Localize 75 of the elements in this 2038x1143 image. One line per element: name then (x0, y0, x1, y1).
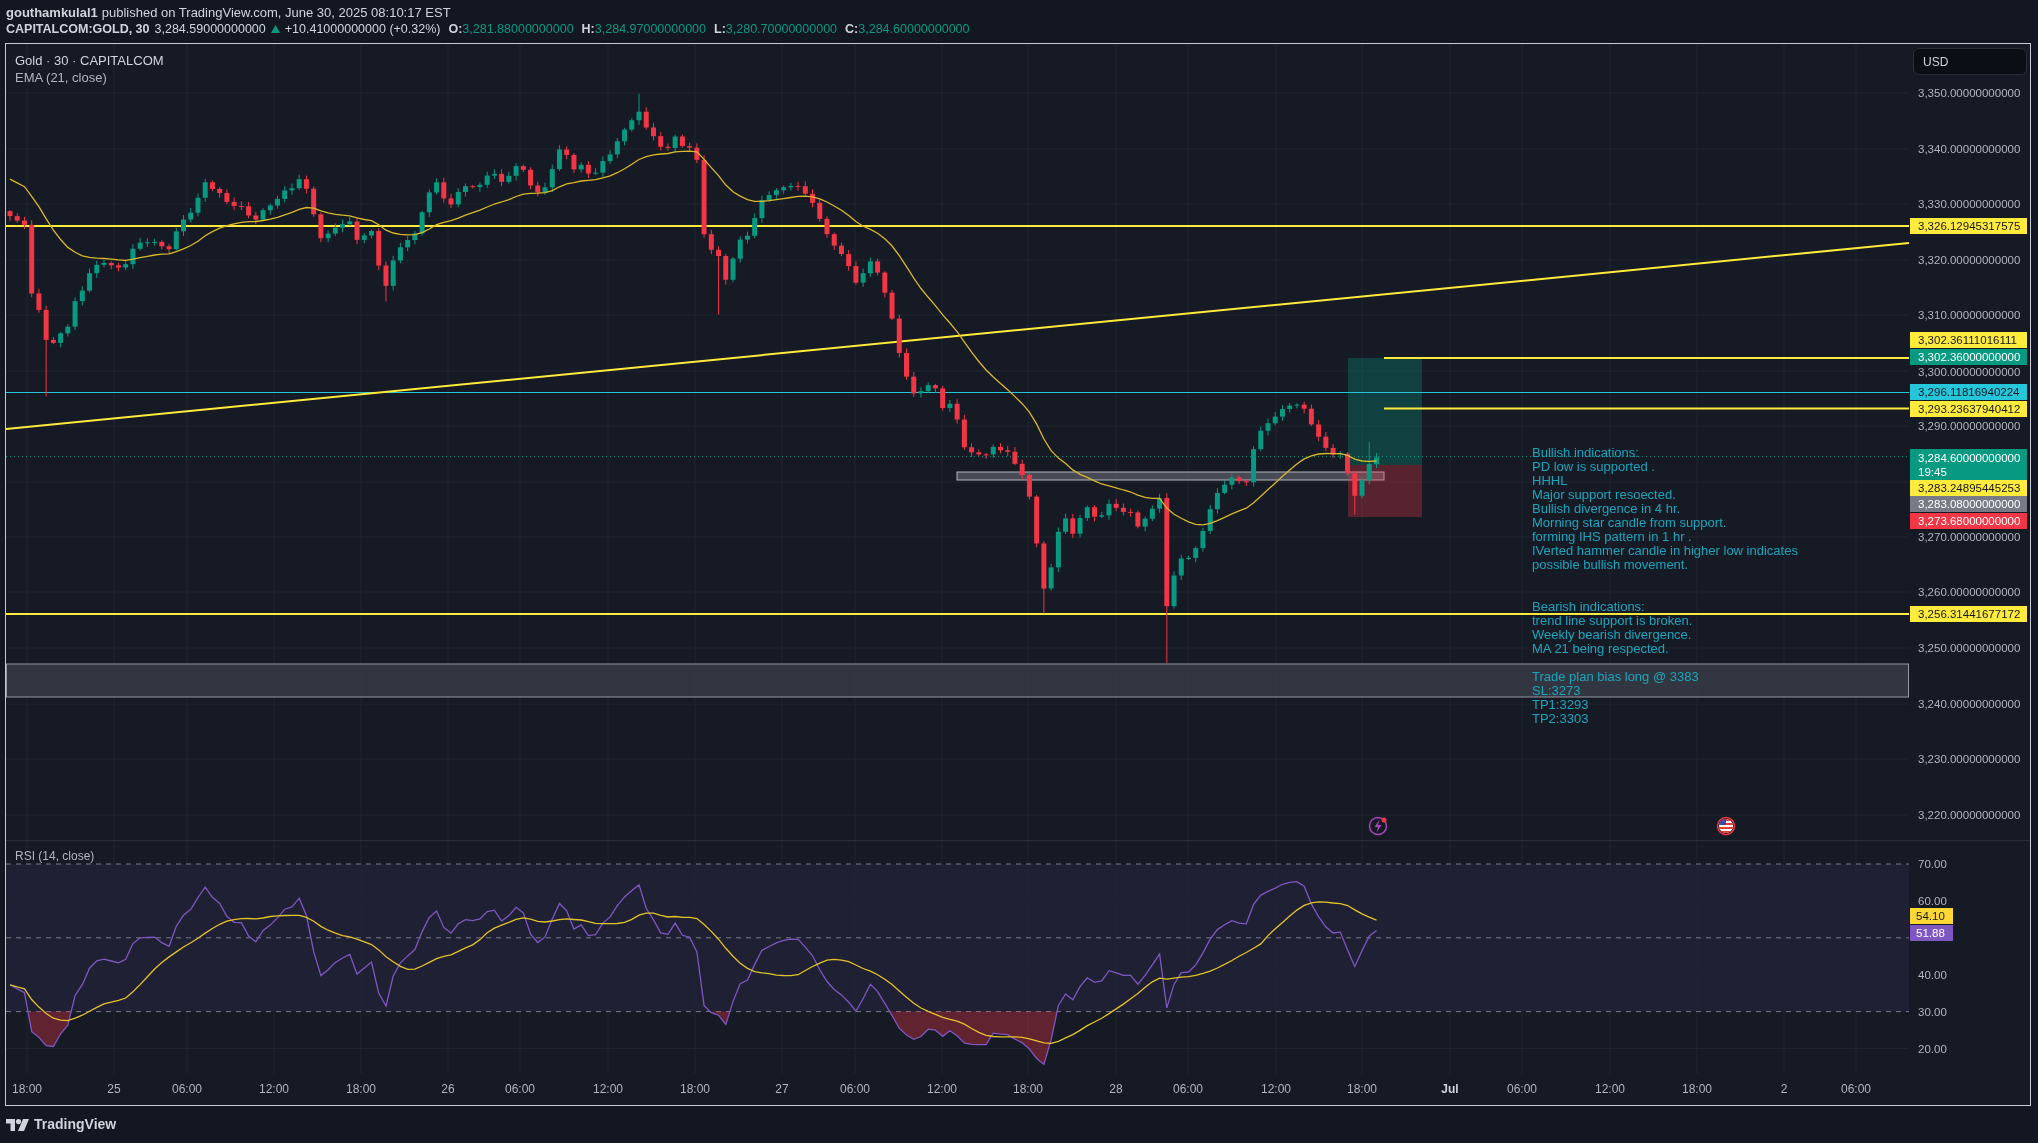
time-label: 18:00 (1013, 1082, 1043, 1097)
time-label: 28 (1109, 1082, 1123, 1097)
time-label: 06:00 (840, 1082, 870, 1097)
price-badge: 3,283.24895445253 (1910, 480, 2027, 496)
price-label: 3,270.00000000000 (1918, 531, 2021, 543)
ohlc-value: O:3,281.88000000000 (448, 21, 574, 37)
chart-note: Bearish indications: trend line support is broken. Weekly bearish divergence. MA 21 being respected. (1532, 600, 1693, 656)
price-label: 3,340.00000000000 (1918, 143, 2021, 155)
price-badge: 3,302.36111016111 (1910, 332, 2027, 348)
countdown-timer: 19:45 (1918, 464, 1948, 479)
publish-info: published on TradingView.com, June 30, 2025 08:10:17 EST (101, 5, 451, 21)
time-label: 06:00 (505, 1082, 535, 1097)
time-label: 26 (441, 1082, 455, 1097)
price-badge: 54.10 (1910, 908, 1953, 924)
symbol-name: CAPITALCOM:GOLD, 30 (6, 21, 150, 37)
price-label: 3,300.00000000000 (1918, 366, 2021, 378)
price-badge: 3,302.36000000000 (1910, 349, 2027, 365)
rsi-label: 30.00 (1918, 1006, 1947, 1018)
price-label: 3,330.00000000000 (1918, 198, 2021, 210)
time-label: 27 (775, 1082, 789, 1097)
last-price: 3,284.59000000000 (154, 21, 266, 37)
time-label: 25 (107, 1082, 121, 1097)
time-label: 06:00 (1841, 1082, 1871, 1097)
price-label: 3,310.00000000000 (1918, 309, 2021, 321)
time-label: 12:00 (927, 1082, 957, 1097)
lightning-icon[interactable] (1368, 816, 1388, 836)
indicator-title: EMA (21, close) (15, 69, 108, 86)
rsi-label: 70.00 (1918, 858, 1947, 870)
time-label: 06:00 (172, 1082, 202, 1097)
time-label: 06:00 (1507, 1082, 1537, 1097)
price-badge: 3,296.11816940224 (1910, 384, 2027, 400)
price-badge: 3,256.31441677172 (1910, 606, 2027, 622)
price-change: +10.41000000000 (+0.32%) (284, 21, 441, 37)
price-label: 3,250.00000000000 (1918, 642, 2021, 654)
time-label: 2 (1780, 1082, 1788, 1097)
time-label: 18:00 (680, 1082, 710, 1097)
chart-title: Gold · 30 · CAPITALCOM (15, 52, 164, 69)
price-label: 3,350.00000000000 (1918, 87, 2021, 99)
time-label: 18:00 (12, 1082, 42, 1097)
author-name: gouthamkulal1 (6, 5, 98, 21)
currency-button[interactable]: USD (1913, 48, 2027, 75)
time-label: 12:00 (1261, 1082, 1291, 1097)
rsi-label: 60.00 (1918, 895, 1947, 907)
indicator-title: RSI (14, close) (15, 849, 95, 863)
time-label: 18:00 (1347, 1082, 1377, 1097)
time-label: Jul (1441, 1082, 1459, 1097)
time-label: 06:00 (1173, 1082, 1203, 1097)
time-label: 12:00 (593, 1082, 623, 1097)
ohlc-value: C:3,284.60000000000 (845, 21, 970, 37)
oversold-fill (28, 1011, 72, 1047)
price-label: 3,320.00000000000 (1918, 254, 2021, 266)
price-badge: 51.88 (1910, 925, 1953, 941)
logo-icon (6, 1118, 29, 1131)
chart-note: Bullish indications: PD low is supported . HHHL Major support resoected. Bullish divergence in 4 hr. Morning star candle from support. forming IHS pattern in 1 hr . IVerted hammer candle in higher low indicates possible bullish movement. (1532, 446, 1798, 572)
time-label: 18:00 (1682, 1082, 1712, 1097)
ohlc-value: H:3,284.97000000000 (581, 21, 707, 37)
brand-name: TradingView (34, 1115, 117, 1134)
price-label: 3,290.00000000000 (1918, 420, 2021, 432)
time-label: 12:00 (259, 1082, 289, 1097)
chart-note: Trade plan bias long @ 3383 SL:3273 TP1:3293 TP2:3303 (1532, 670, 1699, 726)
time-label: 12:00 (1595, 1082, 1625, 1097)
price-label: 3,260.00000000000 (1918, 586, 2021, 598)
rsi-label: 20.00 (1918, 1043, 1947, 1055)
price-badge: 3,273.68000000000 (1910, 513, 2027, 529)
price-label: 3,230.00000000000 (1918, 753, 2021, 765)
rsi-label: 40.00 (1918, 969, 1947, 981)
price-value: 3,284.60000000000 (1918, 450, 2022, 465)
price-label: 3,220.00000000000 (1918, 809, 2021, 821)
price-badge: 3,326.12945317575 (1910, 218, 2027, 234)
price-badge: 3,293.23637940412 (1910, 401, 2027, 417)
price-badge: 3,283.08000000000 (1910, 496, 2027, 512)
price-label: 3,240.00000000000 (1918, 698, 2021, 710)
ohlc-value: L:3,280.70000000000 (714, 21, 838, 37)
time-label: 18:00 (346, 1082, 376, 1097)
flag-icon[interactable] (1716, 816, 1736, 836)
